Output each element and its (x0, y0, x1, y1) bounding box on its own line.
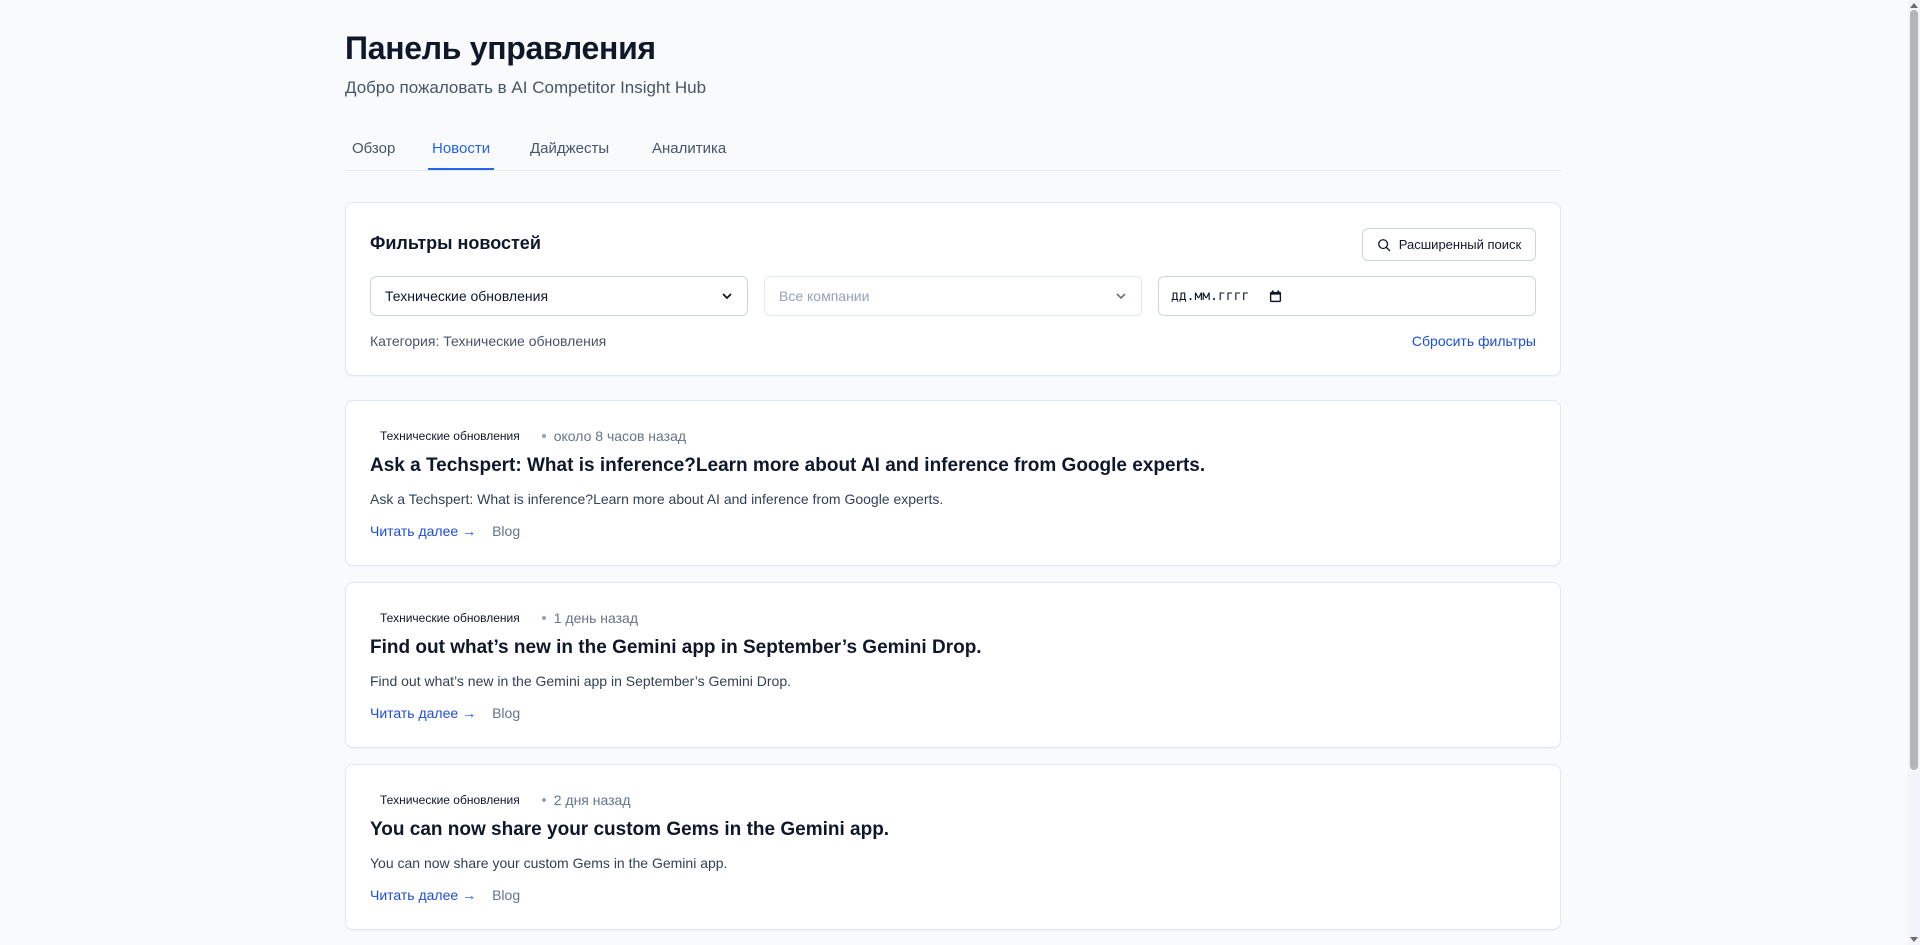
read-more-link[interactable]: Читать далее → (370, 705, 476, 721)
news-source: Blog (492, 705, 521, 721)
advanced-search-label: Расширенный поиск (1398, 237, 1522, 252)
tab-bar: Обзор Новости Дайджесты Аналитика (345, 134, 1561, 171)
news-title[interactable]: Find out what’s new in the Gemini app in… (370, 637, 982, 659)
tab-news[interactable]: Новости (428, 139, 495, 170)
news-source: Blog (492, 523, 521, 539)
news-description: Find out what’s new in the Gemini app in… (370, 673, 791, 689)
tab-analytics[interactable]: Аналитика (648, 139, 730, 170)
category-select[interactable]: Технические обновления (370, 276, 748, 316)
company-select-placeholder: Все компании (779, 288, 870, 304)
page-title: Панель управления (345, 30, 656, 66)
news-title[interactable]: You can now share your custom Gems in th… (370, 819, 889, 841)
date-input-placeholder: дд.мм.гггг (1171, 288, 1250, 304)
company-select[interactable]: Все компании (764, 276, 1142, 316)
vertical-scrollbar[interactable] (1908, 0, 1920, 945)
news-card: Технические обновления около 8 часов наз… (345, 400, 1561, 566)
read-more-link[interactable]: Читать далее → (370, 523, 476, 539)
news-description: Ask a Techspert: What is inference?Learn… (370, 491, 944, 507)
filter-summary: Категория: Технические обновления (370, 333, 607, 349)
tab-digests[interactable]: Дайджесты (526, 139, 613, 170)
news-meta: Технические обновления 1 день назад (370, 609, 638, 627)
page-subtitle: Добро пожаловать в AI Competitor Insight… (345, 78, 707, 97)
category-badge: Технические обновления (380, 793, 520, 807)
scroll-up-arrow-icon[interactable] (1910, 3, 1918, 8)
read-more-link[interactable]: Читать далее → (370, 887, 476, 903)
news-meta: Технические обновления 2 дня назад (370, 791, 631, 809)
search-icon (1377, 238, 1391, 251)
filters-title: Фильтры новостей (370, 233, 541, 253)
news-description: You can now share your custom Gems in th… (370, 855, 728, 871)
separator-dot (541, 434, 546, 438)
category-badge: Технические обновления (380, 611, 520, 625)
scroll-down-arrow-icon[interactable] (1910, 937, 1918, 942)
news-card: Технические обновления 2 дня назад You c… (345, 764, 1561, 930)
chevron-down-icon (722, 293, 732, 300)
reset-filters-link[interactable]: Сбросить фильтры (1412, 333, 1536, 349)
news-time: около 8 часов назад (553, 428, 687, 444)
news-card: Технические обновления 1 день назад Find… (345, 582, 1561, 748)
news-footer: Читать далее → Blog (370, 705, 520, 721)
news-source: Blog (492, 887, 521, 903)
news-footer: Читать далее → Blog (370, 523, 520, 539)
news-footer: Читать далее → Blog (370, 887, 520, 903)
news-title[interactable]: Ask a Techspert: What is inference?Learn… (370, 455, 1205, 477)
advanced-search-button[interactable]: Расширенный поиск (1362, 228, 1536, 261)
separator-dot (541, 616, 546, 620)
date-input[interactable]: дд.мм.гггг (1158, 276, 1536, 316)
scrollbar-thumb[interactable] (1910, 10, 1918, 770)
separator-dot (541, 798, 546, 802)
calendar-icon[interactable] (1269, 289, 1282, 303)
chevron-down-icon (1116, 293, 1126, 300)
news-meta: Технические обновления около 8 часов наз… (370, 427, 686, 445)
news-time: 1 день назад (553, 610, 639, 626)
news-time: 2 дня назад (553, 792, 631, 808)
tab-overview[interactable]: Обзор (348, 139, 399, 170)
news-filters-card: Фильтры новостей Расширенный поиск Техни… (345, 202, 1561, 376)
category-badge: Технические обновления (380, 429, 520, 443)
category-select-value: Технические обновления (385, 288, 549, 304)
